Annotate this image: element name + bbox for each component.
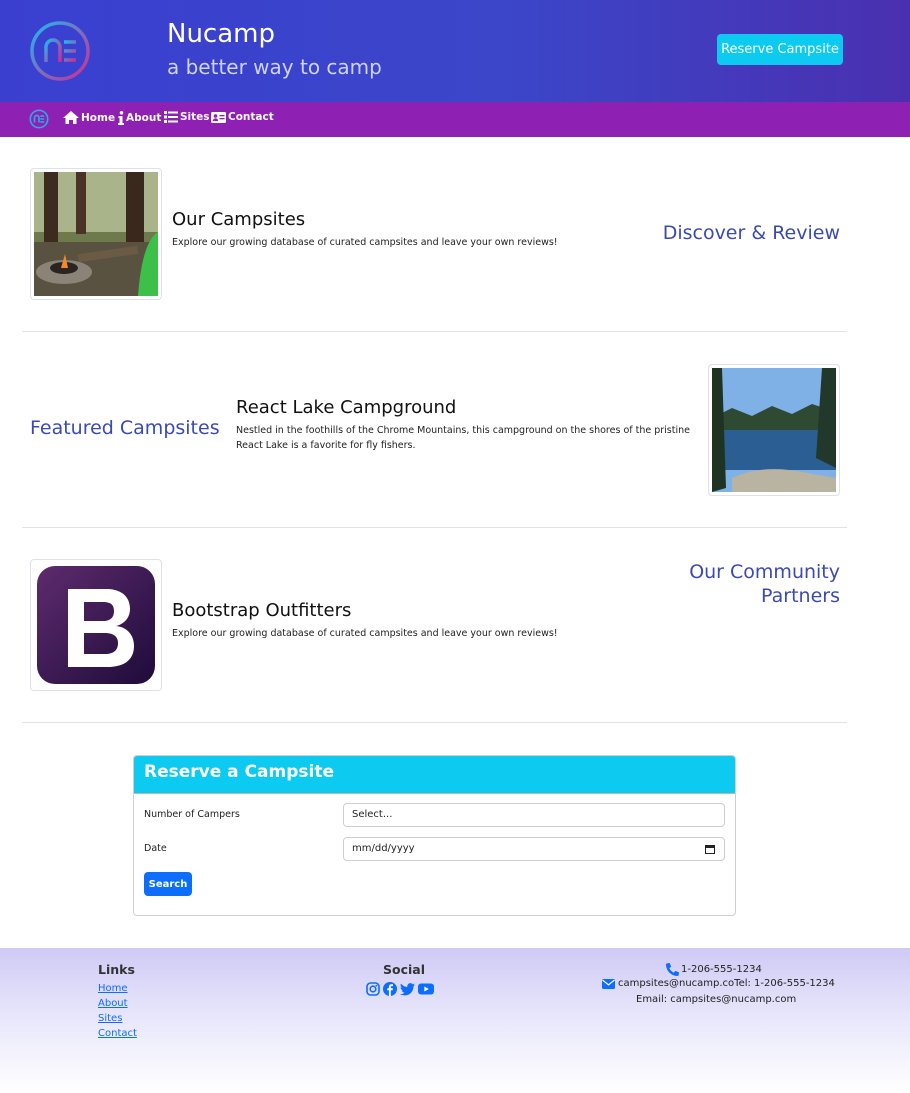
- email-plain-text: Email: campsites@nucamp.com: [636, 994, 797, 1005]
- divider: [22, 331, 847, 332]
- search-button[interactable]: Search: [144, 872, 192, 896]
- nav-logo-icon[interactable]: [29, 109, 49, 129]
- date-label: Date: [144, 843, 167, 854]
- section-heading-line1: Our Community: [689, 561, 840, 583]
- date-input[interactable]: mm/dd/yyyy: [343, 837, 725, 861]
- social-icons: [366, 982, 434, 996]
- nav-home[interactable]: Home: [63, 111, 115, 124]
- phone-icon: [666, 963, 679, 976]
- campfire-photo: [34, 172, 158, 296]
- campers-select-value: Select...: [352, 809, 393, 820]
- site-header: Nucamp a better way to camp Reserve Camp…: [0, 0, 910, 102]
- campers-select[interactable]: Select...: [343, 803, 725, 827]
- home-icon: [63, 111, 79, 124]
- nav-home-label: Home: [81, 111, 116, 124]
- info-icon: [118, 111, 124, 125]
- address-card-icon: [211, 111, 226, 123]
- nav-about[interactable]: About: [118, 111, 161, 125]
- footer-link-home[interactable]: Home: [98, 983, 128, 994]
- section-title: Bootstrap Outfitters: [172, 600, 352, 621]
- reserve-campsite-card: Reserve a Campsite Number of Campers Sel…: [133, 755, 736, 916]
- footer-link-about[interactable]: About: [98, 998, 128, 1009]
- calendar-icon[interactable]: [705, 844, 715, 854]
- footer-link-contact[interactable]: Contact: [98, 1028, 137, 1039]
- section-text: Explore our growing database of curated …: [172, 237, 558, 248]
- list-icon: [164, 111, 178, 123]
- nav-about-label: About: [126, 112, 162, 124]
- section-heading: Our Community Partners: [600, 560, 840, 608]
- lake-photo: [712, 368, 836, 492]
- nucamp-logo: [30, 21, 90, 81]
- divider: [22, 722, 847, 723]
- campsites-image: [30, 168, 162, 300]
- reserve-campsite-button[interactable]: Reserve Campsite: [717, 34, 843, 65]
- section-text: Explore our growing database of curated …: [172, 628, 558, 639]
- envelope-icon: [602, 978, 615, 989]
- react-lake-image: [708, 364, 840, 496]
- card-title: Reserve a Campsite: [134, 756, 735, 794]
- brand-subtitle: a better way to camp: [167, 55, 382, 79]
- phone-text: 1-206-555-1234: [681, 964, 762, 975]
- facebook-icon[interactable]: [383, 982, 397, 996]
- nav-sites-label: Sites: [180, 111, 210, 123]
- social-heading: Social: [383, 962, 426, 977]
- links-heading: Links: [98, 962, 135, 977]
- brand-title: Nucamp: [167, 19, 275, 49]
- footer-link-sites[interactable]: Sites: [98, 1013, 122, 1024]
- date-input-placeholder: mm/dd/yyyy: [352, 843, 415, 854]
- bootstrap-logo: [37, 566, 155, 684]
- section-heading-line2: Partners: [761, 585, 840, 607]
- nav-contact-label: Contact: [228, 111, 274, 123]
- campers-label: Number of Campers: [144, 809, 240, 820]
- section-heading: Featured Campsites: [30, 417, 220, 439]
- youtube-icon[interactable]: [418, 982, 434, 996]
- section-heading: Discover & Review: [662, 222, 840, 244]
- instagram-icon[interactable]: [366, 982, 380, 996]
- footer-email[interactable]: campsites@nucamp.coTel: 1-206-555-1234: [602, 978, 835, 989]
- nav-sites[interactable]: Sites: [164, 111, 210, 123]
- section-title: React Lake Campground: [236, 397, 457, 418]
- footer-phone[interactable]: 1-206-555-1234: [666, 963, 762, 976]
- email-tel-text: campsites@nucamp.coTel: 1-206-555-1234: [618, 978, 835, 989]
- divider: [22, 527, 847, 528]
- section-text: Nestled in the foothills of the Chrome M…: [236, 425, 690, 451]
- section-title: Our Campsites: [172, 209, 306, 230]
- navbar: Home About Sites Contact: [0, 102, 910, 137]
- nav-contact[interactable]: Contact: [211, 111, 274, 123]
- twitter-icon[interactable]: [400, 982, 415, 996]
- partner-image: [30, 559, 162, 691]
- site-footer: Links Home About Sites Contact Social 1-…: [0, 948, 910, 1093]
